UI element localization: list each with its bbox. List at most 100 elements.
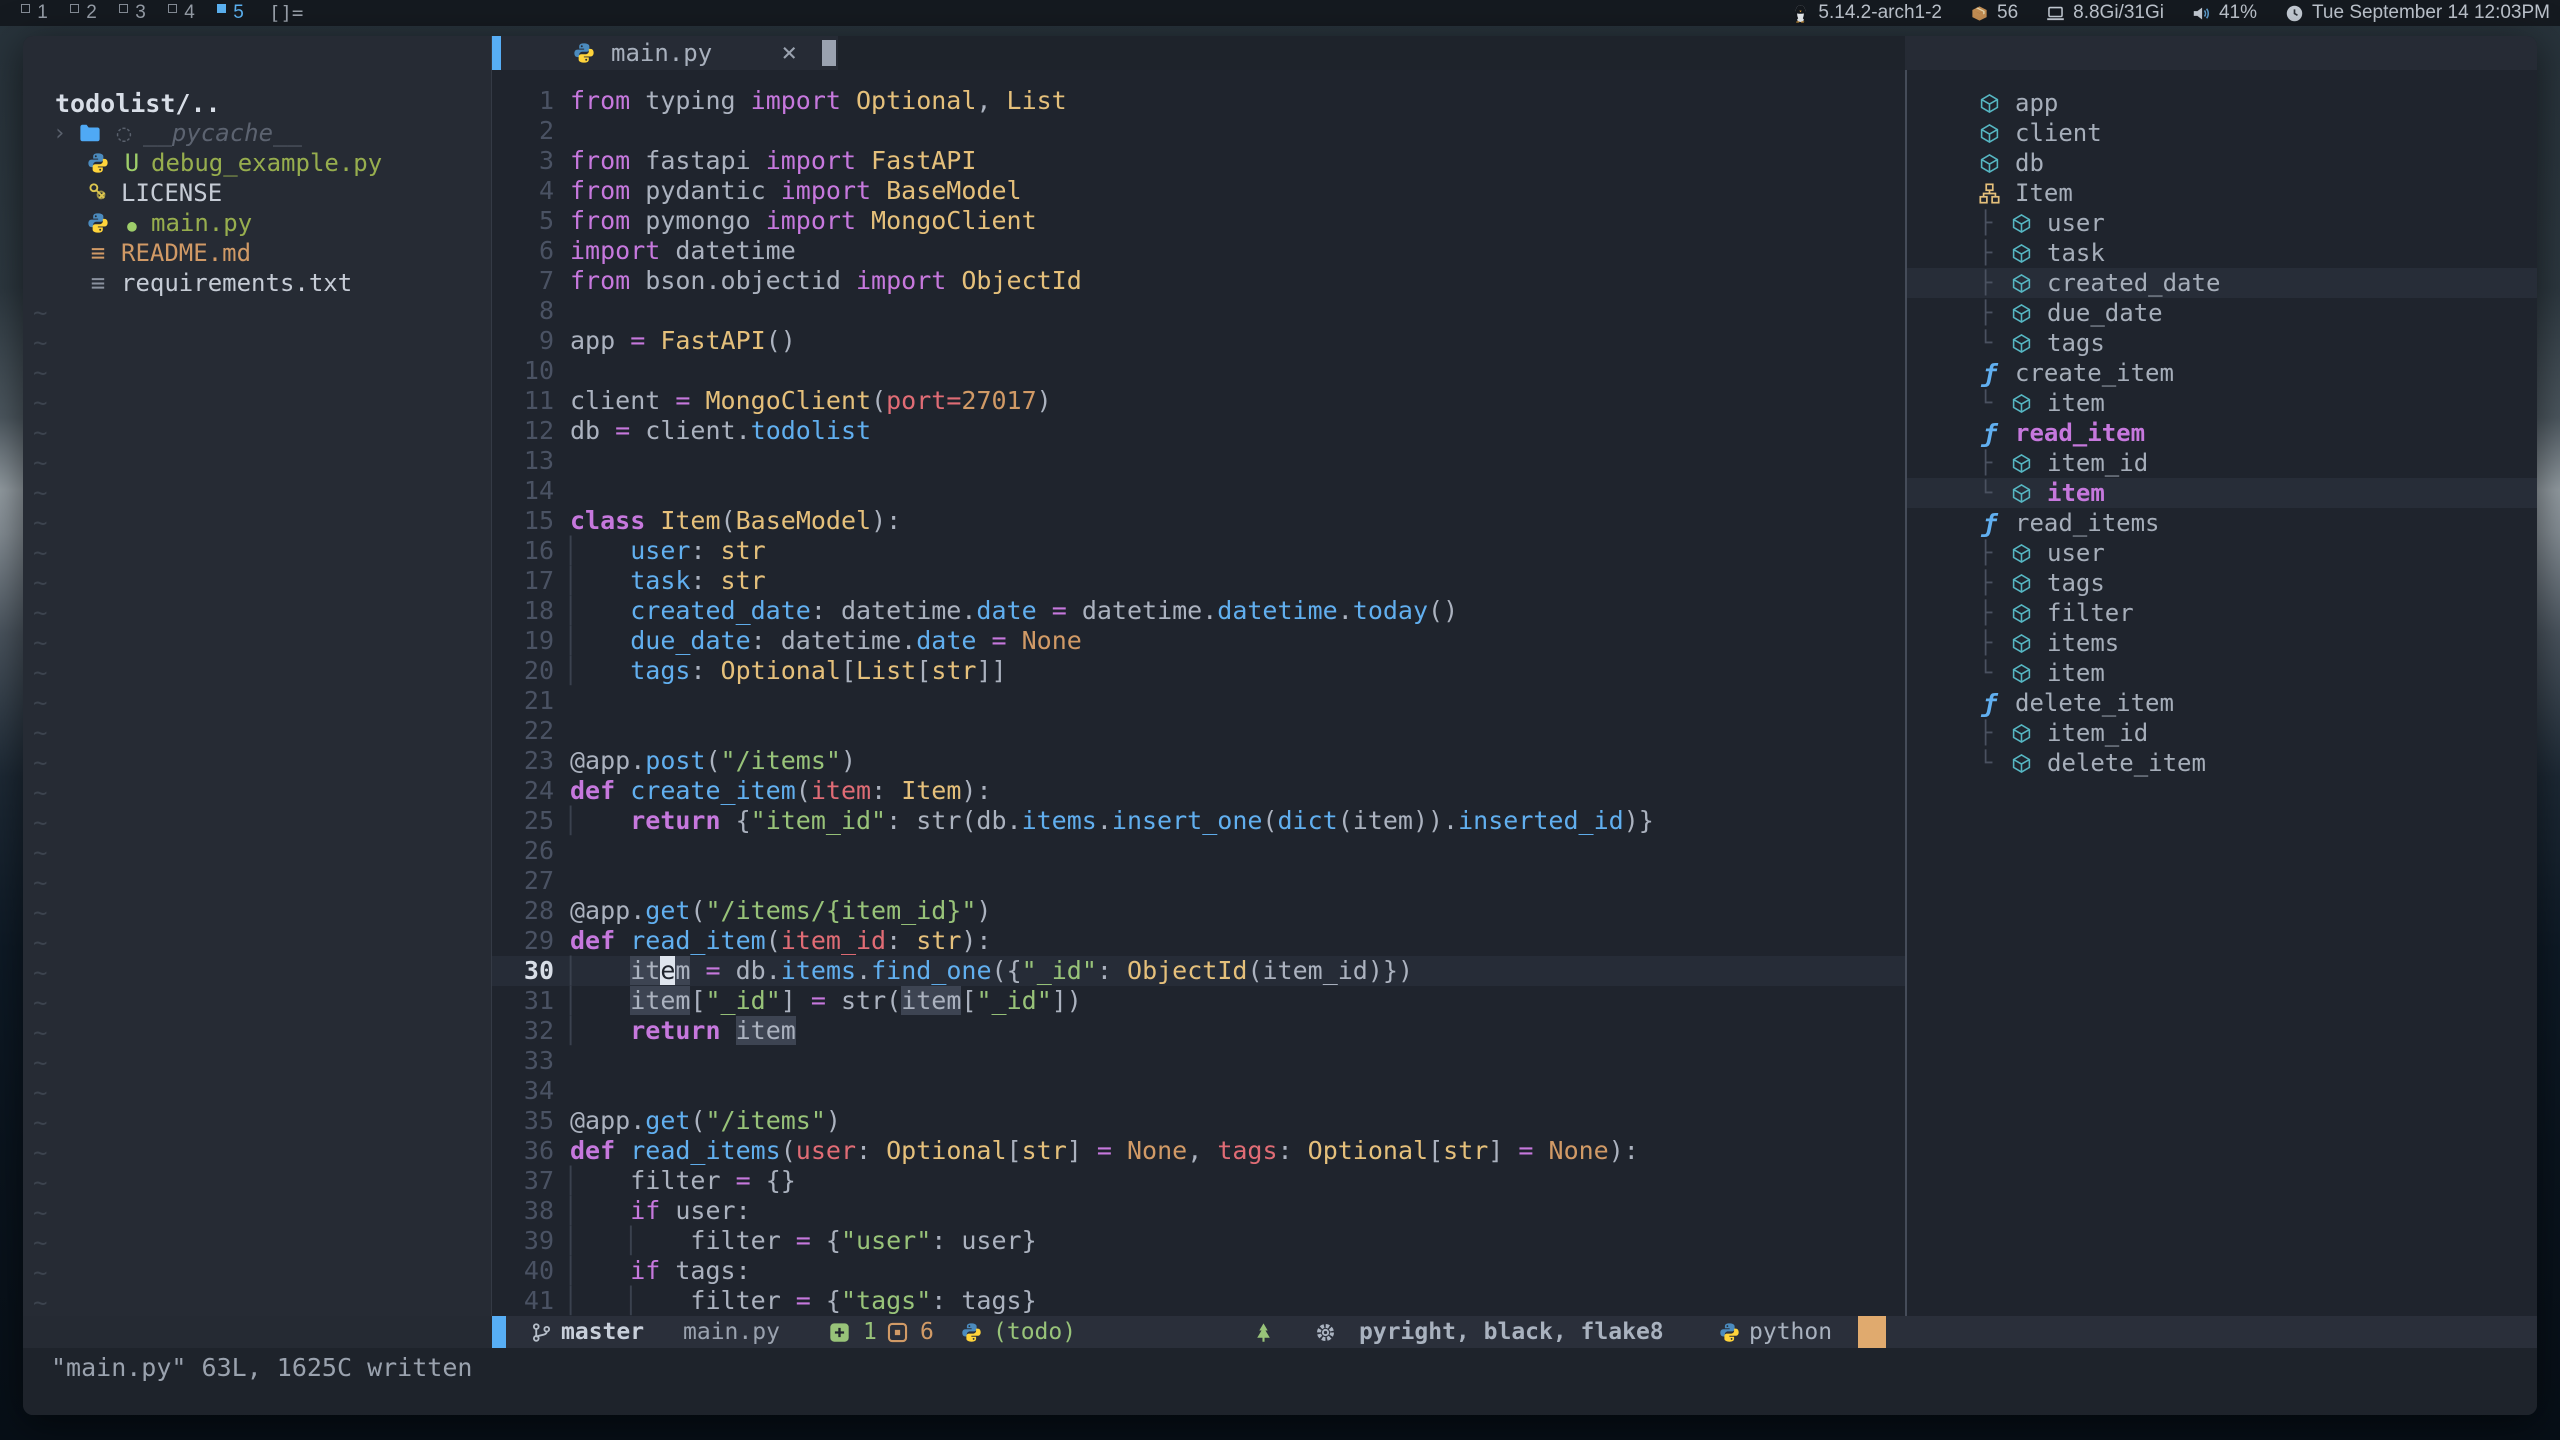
code-line-17[interactable]: 17▏ task: str — [492, 566, 1905, 596]
symbol-db[interactable]: db — [1907, 148, 2537, 178]
workspace-3[interactable]: 3 — [108, 0, 157, 26]
symbol-item[interactable]: └item — [1907, 388, 2537, 418]
symbol-client[interactable]: client — [1907, 118, 2537, 148]
workspace-4[interactable]: 4 — [157, 0, 206, 26]
tab-main-py[interactable]: main.py × — [501, 36, 821, 70]
variable-icon — [2011, 633, 2032, 654]
variable-icon — [2011, 663, 2032, 684]
code-text: class Item(BaseModel): — [570, 506, 901, 536]
symbol-task[interactable]: ├task — [1907, 238, 2537, 268]
symbol-label: due_date — [2047, 299, 2163, 327]
code-line-40[interactable]: 40▏ if tags: — [492, 1256, 1905, 1286]
code-line-41[interactable]: 41▏ ▏ filter = {"tags": tags} — [492, 1286, 1905, 1316]
symbol-filter[interactable]: ├filter — [1907, 598, 2537, 628]
symbol-user[interactable]: ├user — [1907, 538, 2537, 568]
symbol-created_date[interactable]: ├created_date — [1907, 268, 2537, 298]
code-line-13[interactable]: 13 — [492, 446, 1905, 476]
symbol-due_date[interactable]: ├ due_date — [1907, 298, 2537, 328]
code-line-15[interactable]: 15class Item(BaseModel): — [492, 506, 1905, 536]
code-line-22[interactable]: 22 — [492, 716, 1905, 746]
code-line-29[interactable]: 29def read_item(item_id: str): — [492, 926, 1905, 956]
tree-item--pycache-[interactable]: ›◌__pycache__ — [23, 118, 491, 148]
code-line-5[interactable]: 5from pymongo import MongoClient — [492, 206, 1905, 236]
symbol-item[interactable]: └item — [1907, 478, 2537, 508]
code-line-36[interactable]: 36def read_items(user: Optional[str] = N… — [492, 1136, 1905, 1166]
workspace-2[interactable]: 2 — [59, 0, 108, 26]
code-line-35[interactable]: 35@app.get("/items") — [492, 1106, 1905, 1136]
code-line-10[interactable]: 10 — [492, 356, 1905, 386]
code-line-25[interactable]: 25▏ return {"item_id": str(db.items.inse… — [492, 806, 1905, 836]
vim-message: "main.py" 63L, 1625C written — [23, 1348, 2537, 1382]
workspace-indicator — [21, 4, 30, 13]
code-line-12[interactable]: 12db = client.todolist — [492, 416, 1905, 446]
code-line-37[interactable]: 37▏ filter = {} — [492, 1166, 1905, 1196]
code-line-8[interactable]: 8 — [492, 296, 1905, 326]
empty-line-tilde: ~ — [23, 1288, 491, 1316]
code-line-3[interactable]: 3from fastapi import FastAPI — [492, 146, 1905, 176]
code-line-14[interactable]: 14 — [492, 476, 1905, 506]
code-line-2[interactable]: 2 — [492, 116, 1905, 146]
code-line-1[interactable]: 1from typing import Optional, List — [492, 86, 1905, 116]
code-line-7[interactable]: 7from bson.objectid import ObjectId — [492, 266, 1905, 296]
symbol-item[interactable]: └item — [1907, 658, 2537, 688]
symbol-read_items[interactable]: ƒread_items — [1907, 508, 2537, 538]
symbol-tags[interactable]: ├tags — [1907, 568, 2537, 598]
code-line-23[interactable]: 23@app.post("/items") — [492, 746, 1905, 776]
tree-item-requirements-txt[interactable]: ≡requirements.txt — [23, 268, 491, 298]
tree-item-debug-example-py[interactable]: Udebug_example.py — [23, 148, 491, 178]
code-line-28[interactable]: 28@app.get("/items/{item_id}") — [492, 896, 1905, 926]
line-number: 37 — [492, 1166, 554, 1196]
command-line[interactable]: "main.py" 63L, 1625C written — [23, 1348, 2537, 1415]
empty-line-tilde: ~ — [23, 748, 491, 778]
workspace-5[interactable]: 5 — [206, 0, 255, 26]
code-line-27[interactable]: 27 — [492, 866, 1905, 896]
code-line-19[interactable]: 19▏ due_date: datetime.date = None — [492, 626, 1905, 656]
tab-close-icon[interactable]: × — [781, 38, 797, 68]
tree-connector: ├ — [1979, 301, 2011, 326]
code-line-26[interactable]: 26 — [492, 836, 1905, 866]
symbol-item_id[interactable]: ├item_id — [1907, 448, 2537, 478]
code-text: ▏ tags: Optional[List[str]] — [570, 656, 1007, 686]
symbol-tags[interactable]: └tags — [1907, 328, 2537, 358]
code-line-21[interactable]: 21 — [492, 686, 1905, 716]
code-line-6[interactable]: 6import datetime — [492, 236, 1905, 266]
code-line-38[interactable]: 38▏ if user: — [492, 1196, 1905, 1226]
code-text: @app.get("/items/{item_id}") — [570, 896, 991, 926]
code-line-30[interactable]: 30▏ item = db.items.find_one({"_id": Obj… — [492, 956, 1905, 986]
code-line-16[interactable]: 16▏ user: str — [492, 536, 1905, 566]
tree-item-readme-md[interactable]: ≡README.md — [23, 238, 491, 268]
symbol-Item[interactable]: Item — [1907, 178, 2537, 208]
code-line-39[interactable]: 39▏ ▏ filter = {"user": user} — [492, 1226, 1905, 1256]
editor-panel[interactable]: 1from typing import Optional, List23from… — [492, 70, 1905, 1316]
code-line-24[interactable]: 24def create_item(item: Item): — [492, 776, 1905, 806]
code-text: ▏ if tags: — [570, 1256, 751, 1286]
empty-line-tilde: ~ — [23, 538, 491, 568]
symbol-delete_item[interactable]: ƒdelete_item — [1907, 688, 2537, 718]
code-line-4[interactable]: 4from pydantic import BaseModel — [492, 176, 1905, 206]
symbol-item_id[interactable]: ├item_id — [1907, 718, 2537, 748]
workspace-1[interactable]: 1 — [10, 0, 59, 26]
code-line-33[interactable]: 33 — [492, 1046, 1905, 1076]
symbol-create_item[interactable]: ƒcreate_item — [1907, 358, 2537, 388]
code-line-31[interactable]: 31▏ item["_id"] = str(item["_id"]) — [492, 986, 1905, 1016]
code-line-20[interactable]: 20▏ tags: Optional[List[str]] — [492, 656, 1905, 686]
tree-item-license[interactable]: LICENSE — [23, 178, 491, 208]
symbol-app[interactable]: app — [1907, 88, 2537, 118]
symbol-delete_item[interactable]: └delete_item — [1907, 748, 2537, 778]
code-line-18[interactable]: 18▏ created_date: datetime.date = dateti… — [492, 596, 1905, 626]
code-line-32[interactable]: 32▏ return item — [492, 1016, 1905, 1046]
tree-connector: └ — [1979, 661, 2011, 686]
symbol-items[interactable]: ├items — [1907, 628, 2537, 658]
code-line-11[interactable]: 11client = MongoClient(port=27017) — [492, 386, 1905, 416]
empty-line-tilde: ~ — [23, 1048, 491, 1078]
code-line-34[interactable]: 34 — [492, 1076, 1905, 1106]
symbol-read_item[interactable]: ƒread_item — [1907, 418, 2537, 448]
file-tree-root[interactable]: todolist/.. — [23, 88, 491, 118]
symbol-user[interactable]: ├user — [1907, 208, 2537, 238]
tree-connector: ├ — [1979, 241, 2011, 266]
penguin-icon — [1791, 4, 1810, 23]
code-text: ▏ return {"item_id": str(db.items.insert… — [570, 806, 1654, 836]
code-line-9[interactable]: 9app = FastAPI() — [492, 326, 1905, 356]
workspaces: 12345 — [10, 0, 255, 26]
tree-item-main-py[interactable]: ●main.py — [23, 208, 491, 238]
